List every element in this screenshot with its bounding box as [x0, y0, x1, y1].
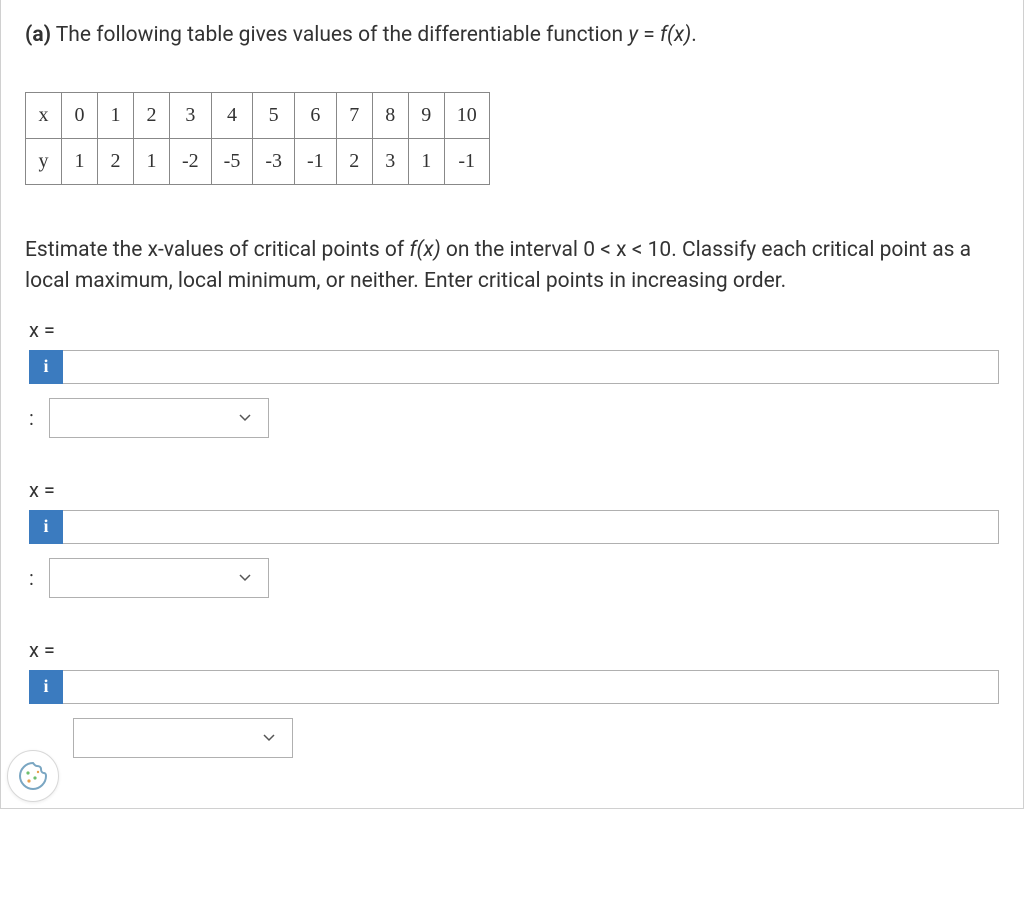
instructions-text-1: Estimate the x-values of critical points… [25, 238, 409, 262]
classification-select-2[interactable] [49, 558, 269, 598]
info-button[interactable]: i [29, 350, 63, 384]
info-icon: i [43, 516, 48, 537]
prompt-fx: f(x) [660, 23, 691, 47]
table-row-x: x 0 1 2 3 4 5 6 7 8 9 10 [26, 92, 490, 138]
input-row: i [29, 670, 999, 704]
input-row: i [29, 350, 999, 384]
table-cell: x [26, 92, 62, 138]
table-cell: -3 [253, 138, 295, 184]
colon-label: : [25, 566, 39, 590]
select-row [73, 718, 999, 758]
table-cell: 2 [134, 92, 170, 138]
critical-point-block-1: x = i : [25, 318, 999, 438]
table-row-y: y 1 2 1 -2 -5 -3 -1 2 3 1 -1 [26, 138, 490, 184]
prompt-eq: = [638, 23, 660, 47]
info-button[interactable]: i [29, 510, 63, 544]
prompt-after: . [691, 23, 697, 47]
table-cell: 7 [336, 92, 372, 138]
table-cell: -1 [444, 138, 489, 184]
table-cell: 3 [170, 92, 212, 138]
table-cell: 5 [253, 92, 295, 138]
select-row: : [25, 558, 999, 598]
input-row: i [29, 510, 999, 544]
cookie-icon [16, 759, 50, 793]
table-cell: 1 [134, 138, 170, 184]
table-cell: -1 [295, 138, 337, 184]
table-cell: 6 [295, 92, 337, 138]
info-button[interactable]: i [29, 670, 63, 704]
classification-select-1[interactable] [49, 398, 269, 438]
critical-point-block-2: x = i : [25, 478, 999, 598]
x-equals-label: x = [29, 478, 999, 502]
x-equals-label: x = [29, 638, 999, 662]
question-container: (a) The following table gives values of … [0, 0, 1024, 809]
table-cell: 1 [408, 138, 444, 184]
table-cell: 10 [444, 92, 489, 138]
x-value-input-3[interactable] [63, 670, 999, 704]
instructions: Estimate the x-values of critical points… [25, 235, 999, 298]
table-cell: 0 [62, 92, 98, 138]
table-cell: 1 [62, 138, 98, 184]
table-cell: 8 [372, 92, 408, 138]
data-table-wrap: x 0 1 2 3 4 5 6 7 8 9 10 y 1 2 1 -2 -5 -… [25, 92, 999, 185]
info-icon: i [43, 356, 48, 377]
cookie-preferences-button[interactable] [7, 750, 59, 802]
question-prompt: (a) The following table gives values of … [25, 20, 999, 52]
x-value-input-1[interactable] [63, 350, 999, 384]
instructions-fx: f(x) [409, 238, 440, 262]
table-cell: 2 [336, 138, 372, 184]
prompt-y: y [628, 23, 638, 47]
table-cell: 4 [211, 92, 253, 138]
table-cell: y [26, 138, 62, 184]
select-row: : [25, 398, 999, 438]
table-cell: 9 [408, 92, 444, 138]
part-label: (a) [25, 23, 51, 47]
classification-select-wrap [49, 558, 269, 598]
classification-select-wrap [73, 718, 293, 758]
table-cell: 1 [98, 92, 134, 138]
classification-select-3[interactable] [73, 718, 293, 758]
data-table: x 0 1 2 3 4 5 6 7 8 9 10 y 1 2 1 -2 -5 -… [25, 92, 490, 185]
table-cell: 3 [372, 138, 408, 184]
table-cell: 2 [98, 138, 134, 184]
classification-select-wrap [49, 398, 269, 438]
table-cell: -2 [170, 138, 212, 184]
critical-point-block-3: x = i [25, 638, 999, 758]
info-icon: i [43, 676, 48, 697]
colon-label: : [25, 406, 39, 430]
x-equals-label: x = [29, 318, 999, 342]
table-cell: -5 [211, 138, 253, 184]
prompt-text-1: The following table gives values of the … [51, 23, 628, 47]
x-value-input-2[interactable] [63, 510, 999, 544]
